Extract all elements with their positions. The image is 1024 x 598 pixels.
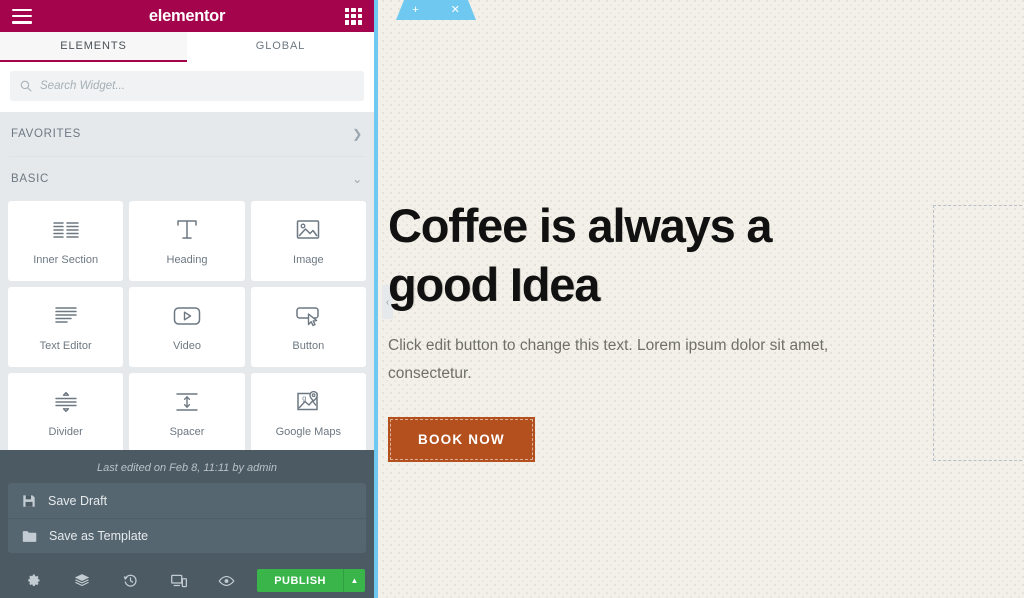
hero-heading[interactable]: Coffee is always a good Idea good Idea [388, 196, 888, 314]
editor-canvas[interactable]: Coffee is always a good Idea good Idea C… [382, 0, 1024, 598]
tab-global[interactable]: GLOBAL [187, 32, 374, 62]
panel-footer: Last edited on Feb 8, 11:11 by admin Sav… [0, 450, 374, 598]
elementor-editor: Coffee is always a good Idea good Idea C… [0, 0, 1024, 598]
search-widget-box[interactable] [10, 71, 364, 101]
plus-icon[interactable]: + [412, 5, 418, 16]
search-input[interactable] [40, 80, 354, 92]
widget-label: Heading [166, 254, 208, 266]
settings-gear-icon[interactable] [9, 563, 57, 598]
elementor-logo-text: elementor [148, 6, 226, 25]
chevron-down-icon: ⌄ [352, 172, 363, 186]
divider-icon [52, 388, 80, 416]
category-basic-label: BASIC [11, 173, 50, 185]
spacer-icon [173, 388, 201, 416]
widget-label: Spacer [169, 426, 205, 438]
book-now-button[interactable]: BOOK NOW [388, 416, 535, 462]
publish-button[interactable]: PUBLISH [257, 569, 343, 592]
publish-group: PUBLISH ▲ [257, 569, 365, 592]
search-icon [20, 80, 32, 92]
category-basic[interactable]: BASIC ⌄ [0, 157, 374, 201]
save-draft-label: Save Draft [48, 493, 108, 508]
widget-label: Divider [48, 426, 83, 438]
widget-video[interactable]: Video [129, 287, 245, 367]
widget-spacer[interactable]: Spacer [129, 373, 245, 453]
widget-label: Button [292, 340, 325, 352]
widget-label: Video [173, 340, 201, 352]
save-options-list: Save Draft Save as Template [8, 483, 366, 553]
heading-t-icon [174, 216, 200, 244]
preview-eye-icon[interactable] [203, 563, 251, 598]
widget-heading[interactable]: Heading [129, 201, 245, 281]
save-as-template-label: Save as Template [49, 529, 149, 543]
close-x-icon[interactable]: ✕ [451, 5, 460, 16]
panel-tabs: ELEMENTS GLOBAL [0, 32, 374, 62]
hero-content: Coffee is always a good Idea good Idea C… [388, 196, 888, 462]
search-section [0, 62, 374, 112]
widget-text-editor[interactable]: Text Editor [8, 287, 124, 367]
heading-line-1: Coffee is always a [388, 199, 773, 252]
hamburger-icon[interactable] [12, 8, 32, 24]
widget-inner-section[interactable]: Inner Section [8, 201, 124, 281]
section-floating-toolbar[interactable]: + ✕ [396, 0, 476, 20]
widget-image[interactable]: Image [250, 201, 366, 281]
video-play-icon [172, 302, 202, 330]
publish-options-caret[interactable]: ▲ [342, 569, 365, 592]
floppy-disk-icon [23, 494, 35, 507]
tab-elements[interactable]: ELEMENTS [0, 32, 187, 62]
widget-label: Google Maps [275, 426, 342, 438]
responsive-devices-icon[interactable] [154, 563, 202, 598]
last-edited-label: Last edited on Feb 8, 11:11 by admin [97, 462, 277, 474]
widget-google-maps[interactable]: g Google Maps [250, 373, 366, 453]
category-favorites[interactable]: FAVORITES ❯ [0, 112, 374, 156]
navigator-layers-icon[interactable] [57, 563, 105, 598]
category-favorites-label: FAVORITES [11, 128, 81, 140]
folder-icon [22, 530, 37, 542]
hero-paragraph[interactable]: Click edit button to change this text. L… [388, 332, 880, 386]
button-cursor-icon [294, 302, 322, 330]
panel-header: elementor [0, 0, 374, 32]
image-icon [295, 216, 321, 244]
history-clock-icon[interactable] [106, 563, 154, 598]
widget-label: Inner Section [33, 254, 99, 266]
footer-toolbar: PUBLISH ▲ [0, 563, 374, 598]
columns-icon [52, 216, 80, 244]
elementor-panel: elementor ELEMENTS GLOBAL FAVORITES ❯ [0, 0, 378, 598]
caret-up-icon: ▲ [350, 576, 359, 585]
svg-text:g: g [303, 396, 307, 403]
save-as-template-button[interactable]: Save as Template [8, 518, 366, 553]
heading-line-2: good Idea [388, 258, 600, 312]
widget-button[interactable]: Button [250, 287, 366, 367]
widget-divider[interactable]: Divider [8, 373, 124, 453]
grid-apps-icon[interactable] [345, 7, 362, 25]
chevron-right-icon: ❯ [352, 127, 363, 141]
widget-label: Text Editor [39, 340, 92, 352]
map-pin-icon: g [295, 388, 321, 416]
widget-label: Image [293, 254, 324, 266]
text-lines-icon [53, 302, 79, 330]
empty-column-placeholder[interactable] [933, 205, 1024, 461]
save-draft-button[interactable]: Save Draft [8, 483, 366, 518]
